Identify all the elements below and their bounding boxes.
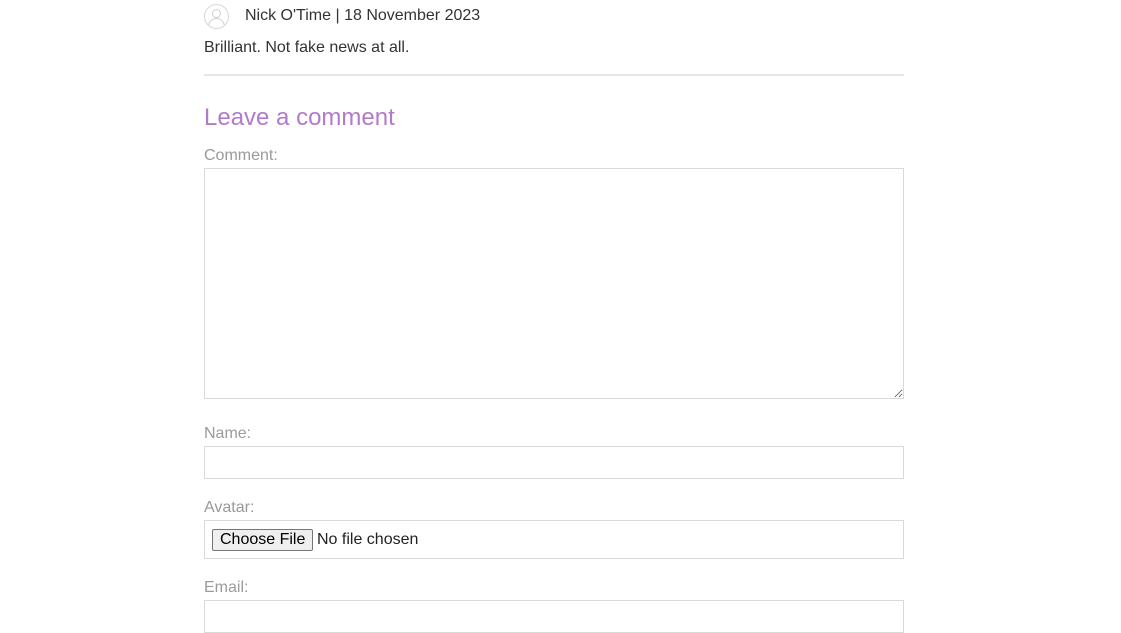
comment-author: Nick O'Time [245,7,332,24]
avatar-label: Avatar: [204,499,255,516]
blog-comments-section: Nick O'Time | 18 November 2023 Brilliant… [204,0,904,633]
comment-meta: Nick O'Time | 18 November 2023 [245,6,480,26]
comment-textarea[interactable] [204,168,904,399]
email-input[interactable] [204,600,904,633]
choose-file-button[interactable]: Choose File [212,529,314,551]
comment-text: Brilliant. Not fake news at all. [204,39,410,56]
name-label: Name: [204,425,252,442]
name-input[interactable] [204,446,904,479]
comment-label: Comment: [204,147,278,164]
avatar-file-input[interactable]: Choose File No file chosen [204,520,904,559]
email-label: Email: [204,579,249,596]
comment-item: Nick O'Time | 18 November 2023 Brilliant… [204,0,904,76]
user-avatar-icon [204,4,229,29]
meta-separator: | [335,7,340,24]
comment-date: 18 November 2023 [344,7,481,24]
file-status-text: No file chosen [317,531,419,548]
leave-comment-heading: Leave a comment [204,104,395,131]
